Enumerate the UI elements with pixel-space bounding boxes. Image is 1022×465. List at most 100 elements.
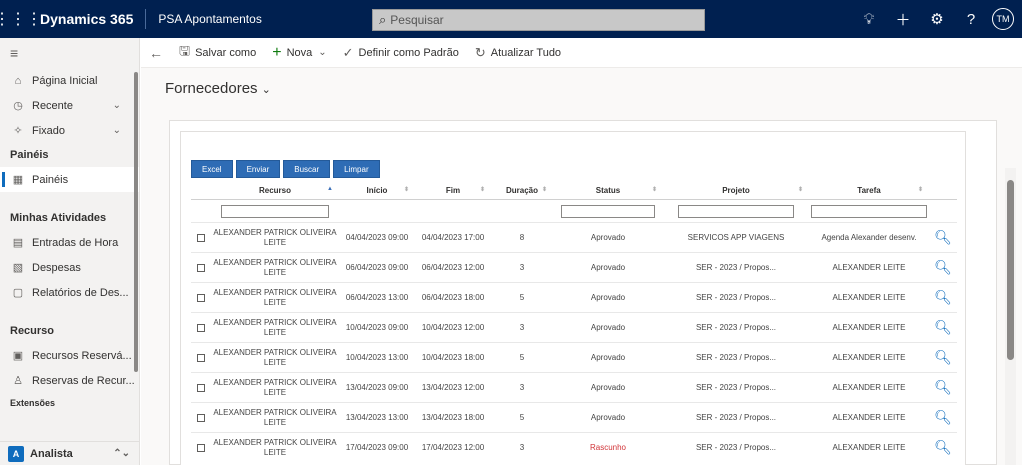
recurso-line-1: ALEXANDER PATRICK OLIVEIRA [213,407,337,417]
recurso-line-1: ALEXANDER PATRICK OLIVEIRA [213,317,337,327]
hamburger-icon[interactable]: ≡ [0,38,139,68]
magnifier-icon[interactable]: 🔍︎ [934,439,952,455]
table-row[interactable]: ALEXANDER PATRICK OLIVEIRA LEITE 06/04/20… [191,252,957,282]
pin-icon: ✧ [13,125,23,137]
magnifier-icon[interactable]: 🔍︎ [934,289,952,305]
sort-icon: ⬍ [541,187,547,193]
sidebar-item-pagina-inicial[interactable]: ⌂ Página Inicial [0,68,139,93]
avatar[interactable]: TM [992,8,1014,30]
row-checkbox[interactable] [197,323,205,332]
header-label: Status [595,186,621,195]
cell-fim: 10/04/2023 12:00 [421,323,485,332]
sidebar-item-recente[interactable]: ◷ Recente ⌄ [0,93,139,118]
app-name[interactable]: PSA Apontamentos [146,12,382,26]
search-box[interactable]: ⌕ Pesquisar [372,9,705,31]
recurso-line-1: ALEXANDER PATRICK OLIVEIRA [213,257,337,267]
magnifier-icon[interactable]: 🔍︎ [934,259,952,275]
enviar-button[interactable]: Enviar [235,160,281,178]
sidebar-scrollbar[interactable] [134,72,138,372]
help-icon[interactable]: ? [954,11,988,28]
filter-projeto-input[interactable] [678,204,794,218]
magnifier-icon[interactable]: 🔍︎ [934,349,952,365]
row-checkbox[interactable] [197,443,205,452]
sidebar-item-label: Recursos Reservá... [32,349,132,362]
cell-fim: 06/04/2023 12:00 [421,263,485,272]
header-status[interactable]: Status ⬍ [553,186,663,195]
magnifier-icon[interactable]: 🔍︎ [934,409,952,425]
page-title[interactable]: Fornecedores ⌄ [165,80,271,97]
table-row[interactable]: ALEXANDER PATRICK OLIVEIRA LEITE 10/04/20… [191,312,957,342]
action-buttons: Excel Enviar Buscar Limpar [191,160,380,178]
row-checkbox[interactable] [197,353,205,362]
filter-status-input[interactable] [561,204,655,218]
row-checkbox[interactable] [197,413,205,422]
recurso-line-2: LEITE [263,387,287,397]
person-icon: ♙ [13,375,23,387]
sidebar-item-reservas[interactable]: ♙ Reservas de Recur... [0,368,139,393]
header-projeto[interactable]: Projeto ⬍ [663,186,809,195]
sort-icon: ⬍ [479,187,485,193]
table-row[interactable]: ALEXANDER PATRICK OLIVEIRA LEITE 06/04/20… [191,282,957,312]
magnifier-icon[interactable]: 🔍︎ [934,379,952,395]
header-duracao[interactable]: Duração ⬍ [491,186,553,195]
row-checkbox[interactable] [197,233,205,242]
plus-icon[interactable]: ＋ [886,9,920,30]
sidebar-item-relatorios[interactable]: ▢ Relatórios de Des... [0,280,139,305]
cell-duracao: 3 [519,323,525,332]
back-arrow-icon[interactable]: ← [141,45,171,61]
chevron-down-icon[interactable]: ⌄ [318,47,326,58]
sidebar-item-label: Fixado [32,124,66,137]
sidebar-item-entradas-de-hora[interactable]: ▤ Entradas de Hora [0,230,139,255]
chevron-down-icon[interactable]: ⌄ [113,125,121,136]
cell-recurso: ALEXANDER PATRICK OLIVEIRA LEITE [211,348,339,368]
cell-inicio: 10/04/2023 13:00 [345,353,409,362]
lightbulb-icon[interactable]: 💡︎ [852,11,886,28]
header-fim[interactable]: Fim ⬍ [415,186,491,195]
filter-recurso-input[interactable] [221,204,329,218]
area-switcher[interactable]: A Analista ⌃⌄ [0,441,139,465]
table-row[interactable]: ALEXANDER PATRICK OLIVEIRA LEITE 04/04/20… [191,222,957,252]
row-checkbox[interactable] [197,383,205,392]
salvar-como-button[interactable]: 🖫︎ Salvar como [171,42,264,64]
cell-inicio: 04/04/2023 09:00 [345,233,409,242]
header-inicio[interactable]: Início ⬍ [339,186,415,195]
atualizar-tudo-button[interactable]: ↻ Atualizar Tudo [467,45,569,61]
recurso-line-1: ALEXANDER PATRICK OLIVEIRA [213,437,337,447]
page-scrollbar[interactable] [1007,180,1014,360]
table-row[interactable]: ALEXANDER PATRICK OLIVEIRA LEITE 13/04/20… [191,402,957,432]
brand-name[interactable]: Dynamics 365 [36,9,147,29]
magnifier-icon[interactable]: 🔍︎ [934,229,952,245]
excel-button[interactable]: Excel [191,160,233,178]
magnifier-icon[interactable]: 🔍︎ [934,319,952,335]
definir-padrao-button[interactable]: ✓ Definir como Padrão [335,45,467,61]
limpar-button[interactable]: Limpar [333,160,380,178]
table-row[interactable]: ALEXANDER PATRICK OLIVEIRA LEITE 17/04/20… [191,432,957,462]
cell-duracao: 3 [519,443,525,452]
recurso-line-2: LEITE [263,357,287,367]
table-row[interactable]: ALEXANDER PATRICK OLIVEIRA LEITE 13/04/20… [191,372,957,402]
sidebar-item-label: Reservas de Recur... [32,374,135,387]
sidebar-item-despesas[interactable]: ▧ Despesas [0,255,139,280]
filter-tarefa-input[interactable] [811,204,927,218]
buscar-button[interactable]: Buscar [283,160,331,178]
report-icon: ▢ [12,287,24,299]
settings-icon[interactable]: ⚙ [920,10,954,28]
header-recurso[interactable]: Recurso ▲ [211,186,339,195]
grid-header: Recurso ▲ Início ⬍ Fim ⬍ Duração ⬍ Status ⬍ P… [191,182,957,200]
table-row[interactable]: ALEXANDER PATRICK OLIVEIRA LEITE 10/04/20… [191,342,957,372]
row-actions-cell: 🔍︎ [929,259,957,276]
row-actions-cell: 🔍︎ [929,349,957,366]
chevron-down-icon[interactable]: ⌄ [113,100,121,111]
app-launcher-icon[interactable]: ⋮⋮⋮ [0,0,42,38]
sidebar-item-paineis[interactable]: ▦ Painéis [0,167,139,192]
row-checkbox[interactable] [197,293,205,302]
cell-tarefa: ALEXANDER LEITE [832,383,906,392]
sidebar-item-fixado[interactable]: ✧ Fixado ⌄ [0,118,139,143]
nova-button[interactable]: + Nova ⌄ [264,44,334,62]
row-checkbox[interactable] [197,263,205,272]
section-minhas-atividades: Minhas Atividades [10,212,107,224]
sidebar-item-recursos-reservaveis[interactable]: ▣ Recursos Reservá... [0,343,139,368]
apontamentos-grid: Recurso ▲ Início ⬍ Fim ⬍ Duração ⬍ Status ⬍ P… [191,182,957,462]
chevron-down-icon[interactable]: ⌄ [262,84,271,96]
header-tarefa[interactable]: Tarefa ⬍ [809,186,929,195]
